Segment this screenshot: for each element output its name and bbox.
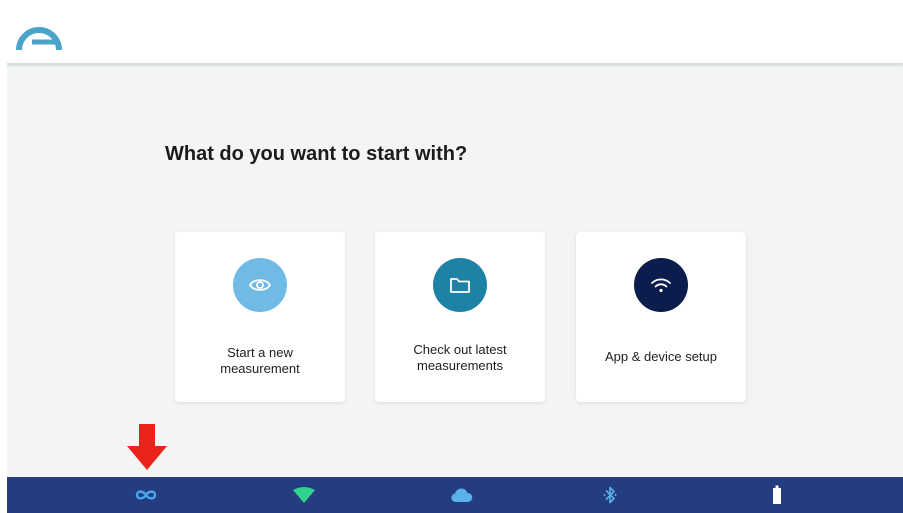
eye-icon (249, 279, 271, 291)
status-bar (7, 477, 903, 513)
cloud-icon[interactable] (449, 485, 473, 505)
check-latest-measurements-card[interactable]: Check out latest measurements (375, 232, 545, 402)
card-icon-circle (634, 258, 688, 312)
top-app-bar (7, 0, 903, 65)
start-new-measurement-card[interactable]: Start a new measurement (175, 232, 345, 402)
card-label: Check out latest measurements (413, 342, 507, 373)
battery-icon[interactable] (772, 485, 782, 505)
page-title: What do you want to start with? (165, 143, 468, 165)
card-icon-circle (233, 258, 287, 312)
wifi-signal-icon[interactable] (293, 485, 315, 505)
bluetooth-icon[interactable] (603, 485, 617, 505)
card-label: Start a new measurement (220, 345, 300, 376)
down-arrow-icon (127, 424, 167, 470)
card-label: App & device setup (604, 349, 718, 364)
card-icon-circle (433, 258, 487, 312)
wifi-icon (651, 278, 671, 293)
app-screen: What do you want to start with? Start a … (7, 0, 903, 513)
app-device-setup-card[interactable]: App & device setup (576, 232, 746, 402)
folder-icon (450, 278, 470, 293)
brand-arc-logo-icon[interactable] (15, 20, 63, 52)
infinity-icon[interactable] (134, 485, 158, 505)
